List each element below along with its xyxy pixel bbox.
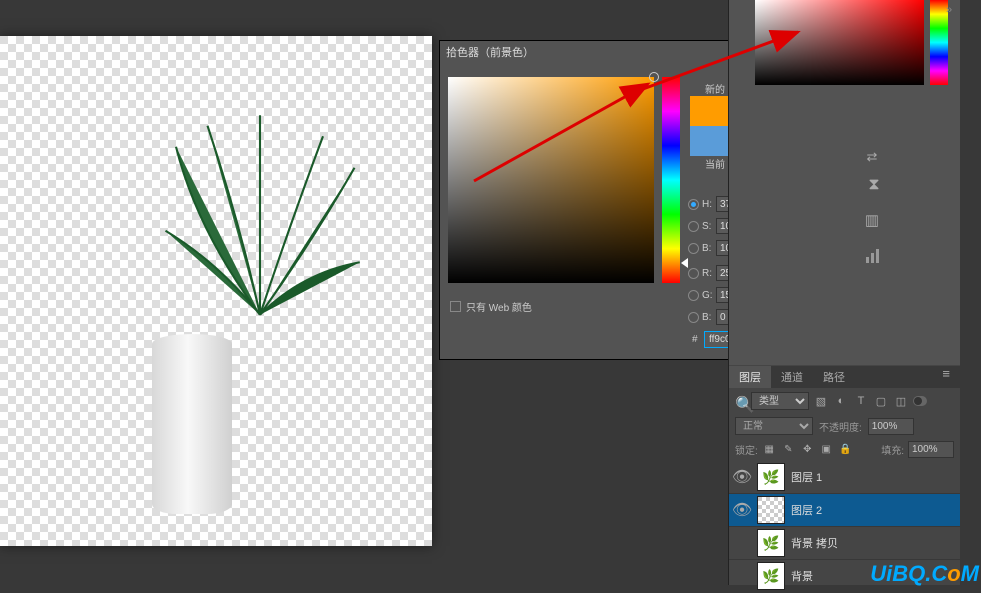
panel-menu-icon[interactable]: ≡ xyxy=(942,366,960,388)
search-icon[interactable]: 🔍 xyxy=(735,395,747,407)
lock-position-icon[interactable]: ✥ xyxy=(800,442,815,457)
saturation-label: S: xyxy=(702,221,716,232)
web-colors-label: 只有 Web 颜色 xyxy=(466,299,532,314)
hue-radio[interactable] xyxy=(688,199,699,210)
layer-row[interactable]: 🌿 背景 拷贝 xyxy=(729,527,960,560)
adjustments-panel: ⇄ ⧗ ▥ xyxy=(729,95,960,365)
color-panel: » xyxy=(729,0,960,95)
tab-channels[interactable]: 通道 xyxy=(771,366,813,388)
blue-radio[interactable] xyxy=(688,312,699,323)
opacity-input[interactable] xyxy=(868,418,914,435)
fill-label: 填充: xyxy=(881,442,904,457)
visibility-icon[interactable] xyxy=(733,567,751,585)
layer-name[interactable]: 图层 2 xyxy=(791,502,822,518)
layer-row[interactable]: 👁 图层 2 xyxy=(729,494,960,527)
filter-type-icon[interactable]: T xyxy=(853,393,869,409)
hourglass-icon[interactable]: ⧗ xyxy=(864,175,884,195)
layer-name[interactable]: 背景 xyxy=(791,568,813,584)
chart-icon[interactable] xyxy=(864,245,884,265)
hue-slider-pointer[interactable] xyxy=(681,258,688,268)
filter-smart-icon[interactable]: ◫ xyxy=(893,393,909,409)
hue-slider[interactable] xyxy=(662,77,680,283)
lock-artboard-icon[interactable]: ▣ xyxy=(819,442,834,457)
layer-thumbnail[interactable]: 🌿 xyxy=(757,529,785,557)
histogram-icon[interactable]: ▥ xyxy=(862,210,882,230)
right-panel: » ⇄ ⧗ ▥ 图层 通道 路径 ≡ 🔍 类型 ▧ ◐ T ▢ ◫ 正常 不透明… xyxy=(728,0,960,585)
color-field[interactable] xyxy=(448,77,654,283)
lock-transparency-icon[interactable]: ▦ xyxy=(762,442,777,457)
saturation-radio[interactable] xyxy=(688,221,699,232)
filter-image-icon[interactable]: ▧ xyxy=(813,393,829,409)
color-panel-field[interactable] xyxy=(755,0,924,85)
hue-label: H: xyxy=(702,199,716,210)
plant-image xyxy=(50,86,350,536)
red-label: R: xyxy=(702,268,716,279)
lock-label: 锁定: xyxy=(735,442,758,457)
slider-icon[interactable]: ⇄ xyxy=(862,147,882,167)
web-colors-checkbox[interactable] xyxy=(450,301,461,312)
red-radio[interactable] xyxy=(688,268,699,279)
color-field-handle[interactable] xyxy=(649,72,659,82)
layer-name[interactable]: 背景 拷贝 xyxy=(791,535,838,551)
opacity-label: 不透明度: xyxy=(819,419,862,434)
visibility-icon[interactable] xyxy=(733,534,751,552)
layer-thumbnail[interactable]: 🌿 xyxy=(757,463,785,491)
layer-name[interactable]: 图层 1 xyxy=(791,469,822,485)
plant-leaves xyxy=(155,86,365,334)
brightness-label: B: xyxy=(702,243,716,254)
blend-mode-select[interactable]: 正常 xyxy=(735,417,813,435)
layer-thumbnail[interactable] xyxy=(757,496,785,524)
green-label: G: xyxy=(702,290,716,301)
plant-pot xyxy=(152,334,232,514)
fill-input[interactable] xyxy=(908,441,954,458)
filter-shape-icon[interactable]: ▢ xyxy=(873,393,889,409)
layer-filter-kind[interactable]: 类型 xyxy=(751,392,809,410)
tab-paths[interactable]: 路径 xyxy=(813,366,855,388)
web-colors-checkbox-row: 只有 Web 颜色 xyxy=(450,299,532,314)
layers-panel: 图层 通道 路径 ≡ 🔍 类型 ▧ ◐ T ▢ ◫ 正常 不透明度: 锁定: ▦… xyxy=(729,366,960,585)
layer-row[interactable]: 👁 🌿 图层 1 xyxy=(729,461,960,494)
visibility-icon[interactable]: 👁 xyxy=(733,501,751,519)
color-picker-title: 拾色器（前景色） xyxy=(446,44,534,60)
blue-label: B: xyxy=(702,312,716,323)
layer-thumbnail[interactable]: 🌿 xyxy=(757,562,785,590)
visibility-icon[interactable]: 👁 xyxy=(733,468,751,486)
lock-brush-icon[interactable]: ✎ xyxy=(781,442,796,457)
tab-layers[interactable]: 图层 xyxy=(729,366,771,388)
filter-adjust-icon[interactable]: ◐ xyxy=(833,393,849,409)
brightness-radio[interactable] xyxy=(688,243,699,254)
document-canvas[interactable] xyxy=(0,36,432,546)
layer-row[interactable]: 🌿 背景 xyxy=(729,560,960,593)
green-radio[interactable] xyxy=(688,290,699,301)
layers-list: 👁 🌿 图层 1 👁 图层 2 🌿 背景 拷贝 🌿 背景 xyxy=(729,461,960,593)
panel-menu-icon[interactable]: » xyxy=(946,4,958,16)
filter-toggle[interactable] xyxy=(913,396,927,406)
hex-label: # xyxy=(692,334,698,345)
lock-all-icon[interactable]: 🔒 xyxy=(838,442,853,457)
